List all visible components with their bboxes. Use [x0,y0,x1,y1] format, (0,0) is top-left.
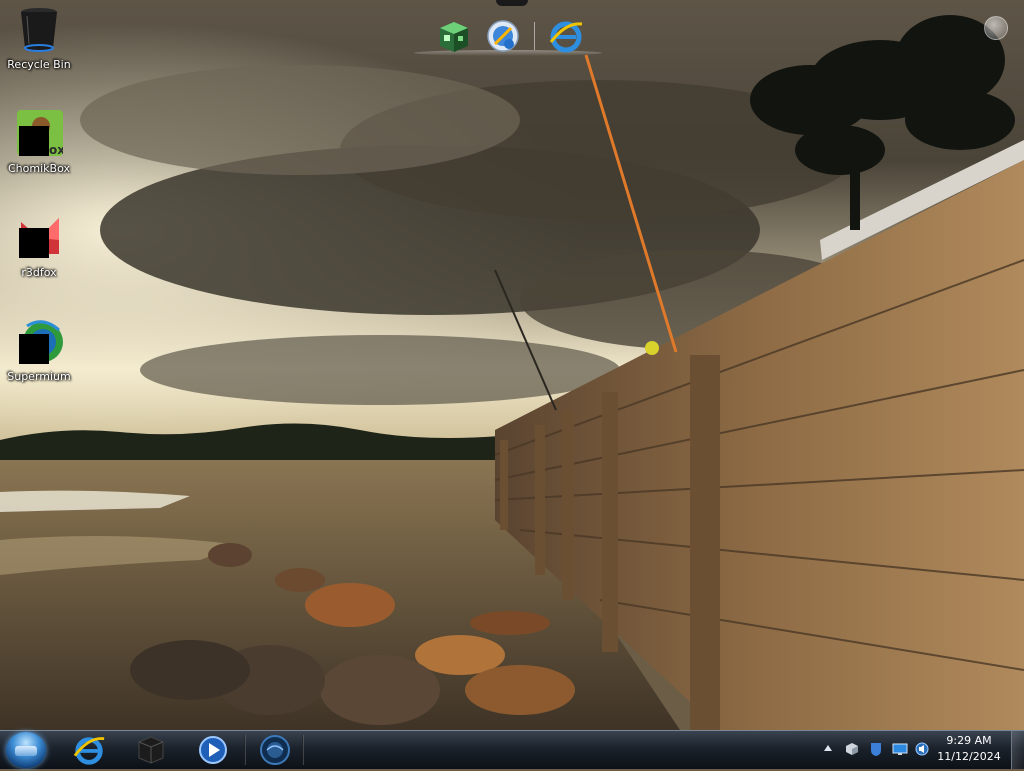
chomikbox-icon: ox [15,110,65,158]
desktop-wallpaper [0,0,1024,730]
r3dfox-icon [15,214,63,262]
system-tray: 9:29 AM 11/12/2024 [814,731,1024,769]
internet-explorer-icon[interactable] [548,18,584,54]
desktop-icon-chomikbox[interactable]: ox ChomikBox [0,110,78,175]
taskbar-internet-explorer-icon[interactable] [72,733,106,767]
top-dock [430,12,590,60]
desktop-icon-label: Recycle Bin [7,58,71,71]
dock-top-handle [496,0,528,6]
corner-gadget-icon[interactable] [984,16,1008,40]
desktop-icon-r3dfox[interactable]: r3dfox [0,214,78,279]
browser-globe-icon[interactable] [485,18,521,54]
start-button[interactable] [6,732,46,768]
clock-time: 9:29 AM [946,734,992,747]
desktop-icon-label: ChomikBox [8,162,70,175]
volume-icon[interactable] [914,741,930,757]
svg-text:ox: ox [49,143,63,157]
recycle-bin-icon [15,6,63,54]
show-desktop-button[interactable] [1011,731,1024,769]
clock-date: 11/12/2024 [937,750,1001,763]
taskbar-separator [244,735,246,765]
supermium-icon [15,318,63,366]
desktop-icon-label: r3dfox [21,266,57,279]
dock-separator [533,22,535,50]
taskbar-separator [302,735,304,765]
cube-app-icon[interactable] [436,18,472,54]
desktop-icon-supermium[interactable]: Supermium [0,318,78,383]
desktop-icon-label: Supermium [7,370,71,383]
desktop-icon-recycle-bin[interactable]: Recycle Bin [0,6,78,71]
taskbar-globe-app-icon[interactable] [258,733,292,767]
taskbar-media-player-icon[interactable] [196,733,230,767]
network-cube-icon[interactable] [844,741,860,757]
monitor-icon[interactable] [892,741,908,757]
taskbar-black-cube-icon[interactable] [134,733,168,767]
taskbar-clock[interactable]: 9:29 AM 11/12/2024 [934,733,1004,765]
taskbar: 9:29 AM 11/12/2024 [0,730,1024,769]
show-hidden-icons-button[interactable] [824,745,832,751]
shield-icon[interactable] [868,741,884,757]
